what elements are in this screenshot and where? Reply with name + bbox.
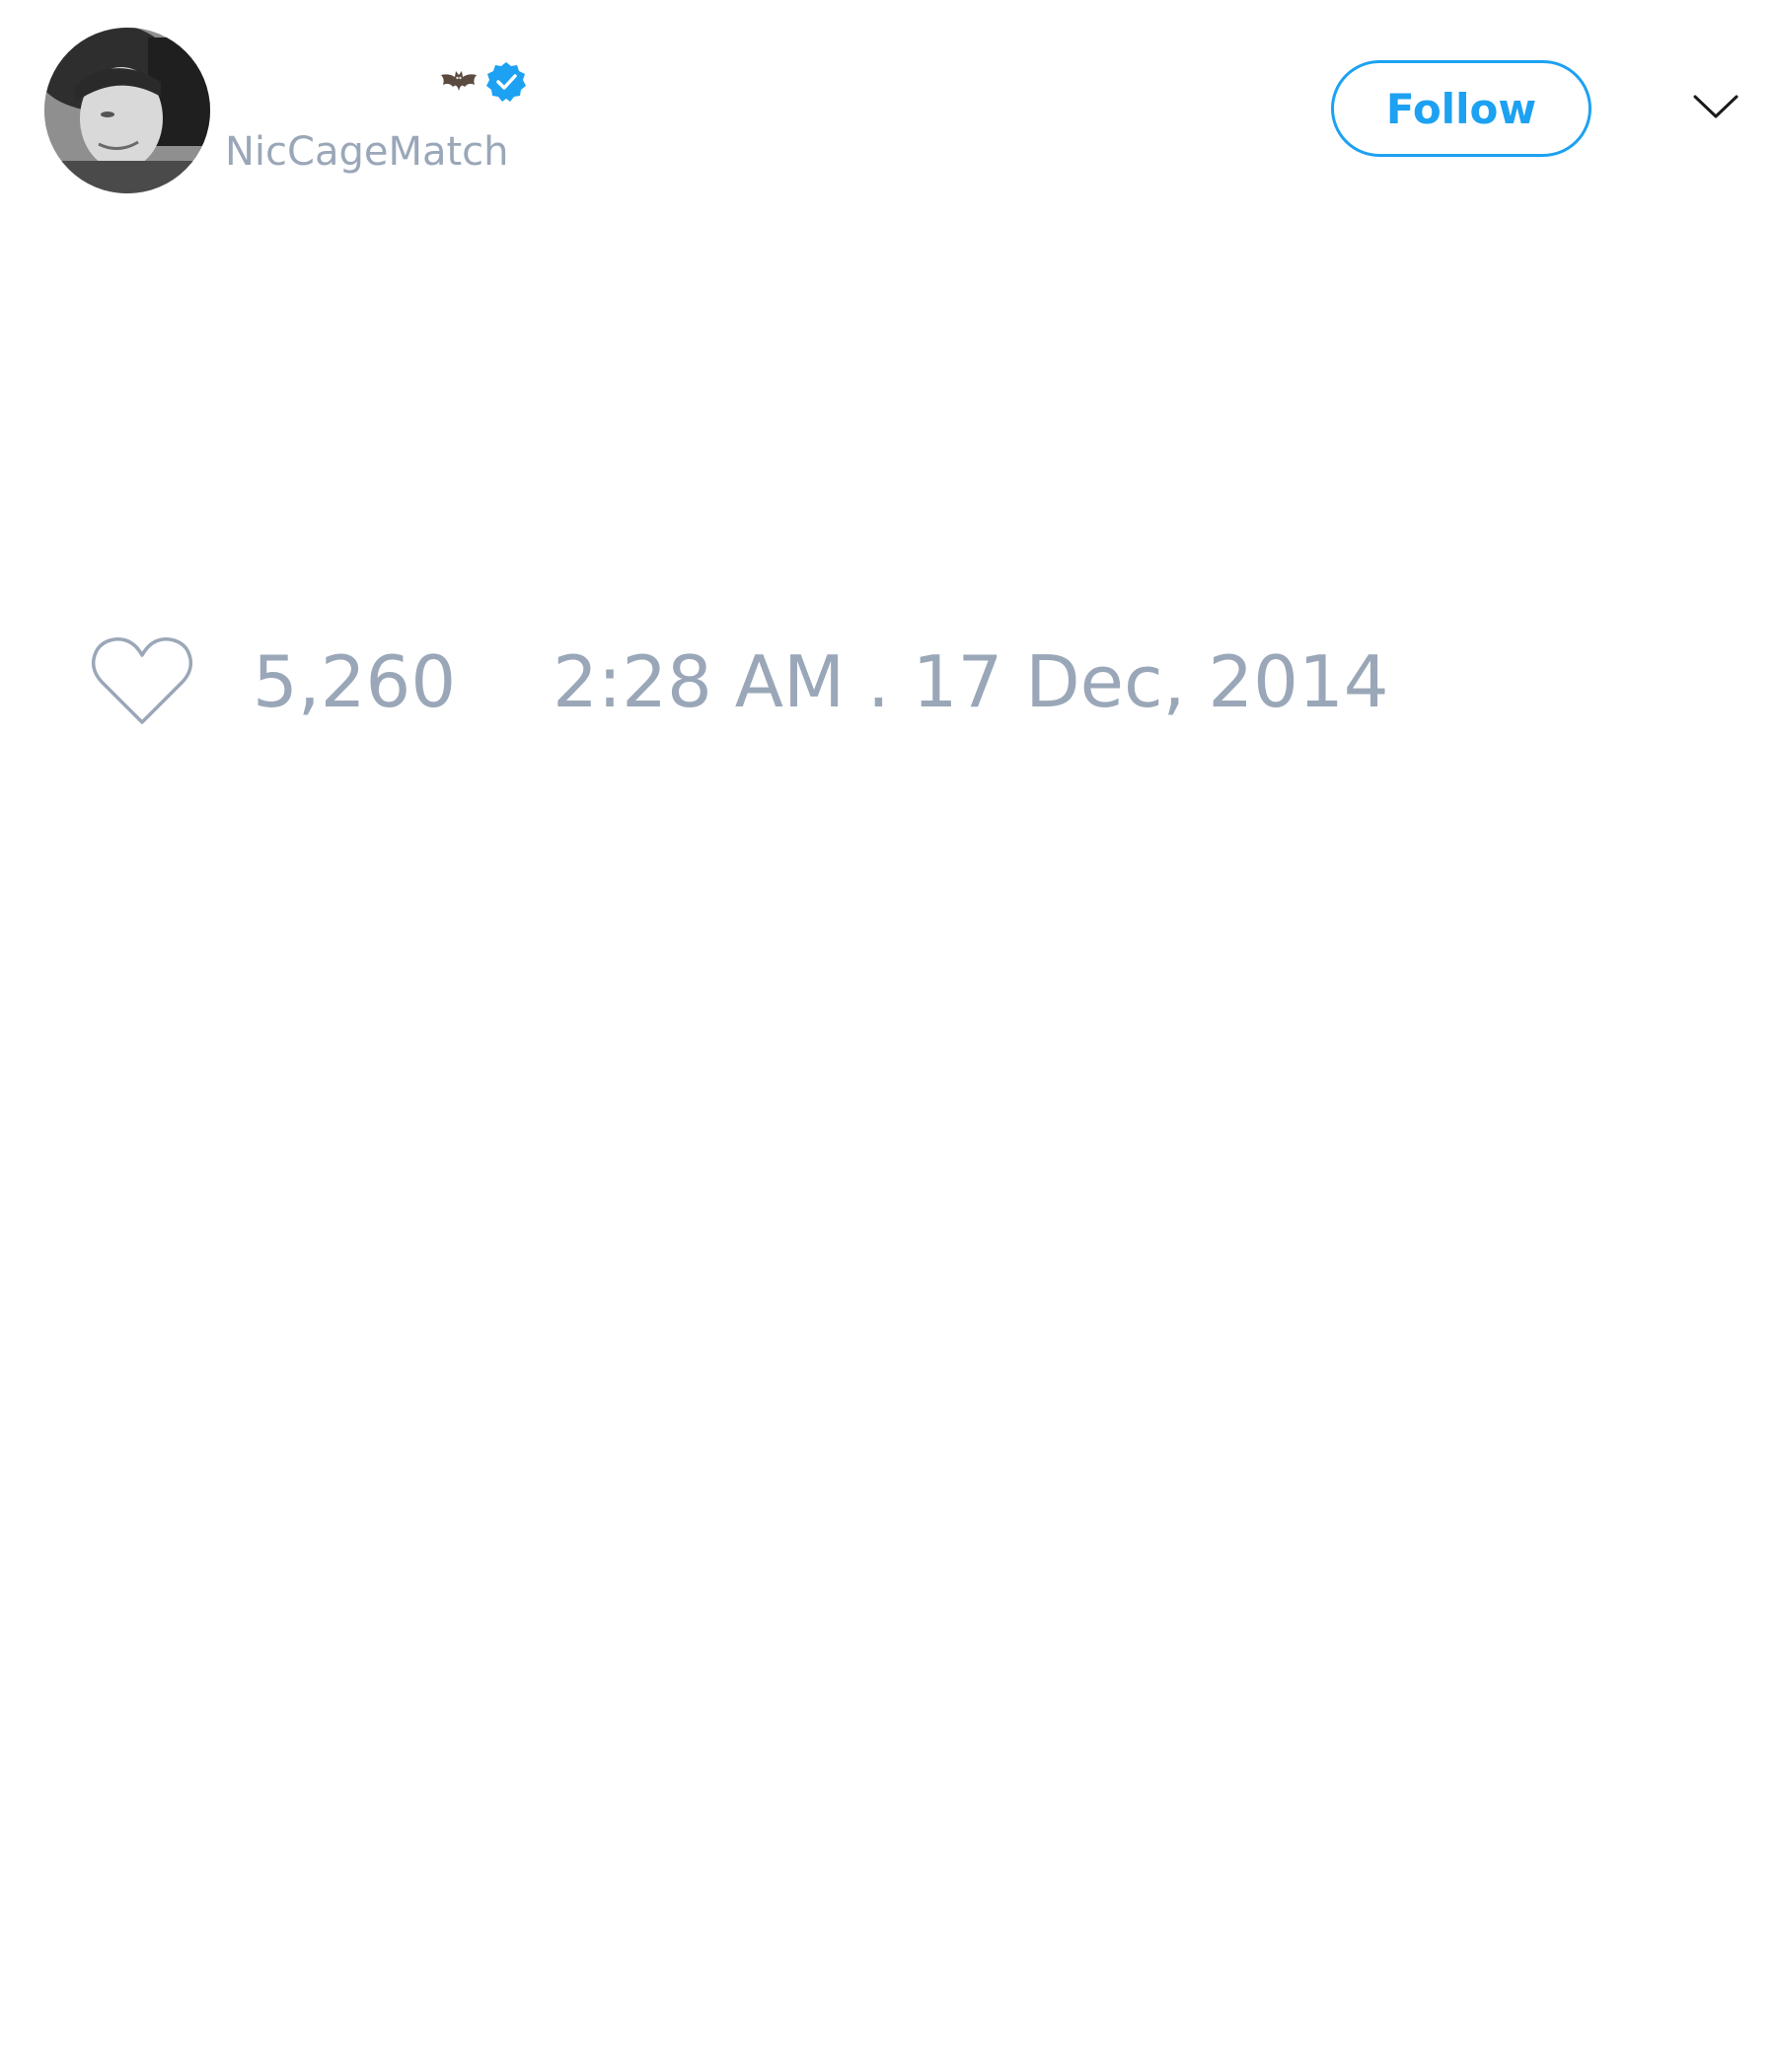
author-handle[interactable]: NicCageMatch: [225, 126, 509, 178]
tweet-card: NicCageMatch Follow 5,260 2:28 AM . 17 D…: [0, 0, 1776, 2072]
display-name-row[interactable]: [439, 57, 528, 107]
tweet-timestamp[interactable]: 2:28 AM . 17 Dec, 2014: [553, 632, 1388, 731]
like-button[interactable]: [89, 632, 195, 731]
bat-emoji-icon: [439, 69, 479, 95]
avatar-photo: [44, 28, 210, 193]
chevron-down-icon: [1693, 95, 1739, 118]
more-options-button[interactable]: [1689, 87, 1742, 126]
avatar[interactable]: [44, 28, 210, 193]
follow-button[interactable]: Follow: [1331, 60, 1591, 157]
like-count: 5,260: [253, 640, 457, 723]
tweet-stats: 5,260 2:28 AM . 17 Dec, 2014: [89, 628, 1389, 736]
heart-icon: [91, 637, 193, 724]
verified-badge-icon: [484, 60, 528, 104]
